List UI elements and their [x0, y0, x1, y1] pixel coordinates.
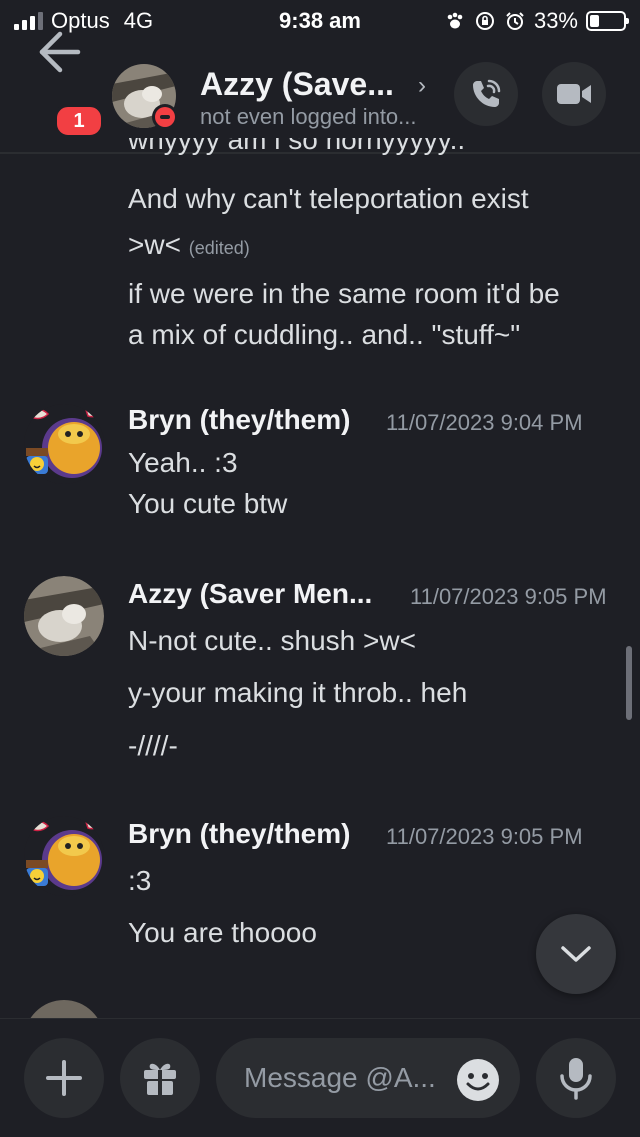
message-timestamp: 11/07/2023 9:05 PM [386, 824, 583, 849]
orientation-lock-icon [474, 10, 496, 32]
clipped-message: whyyyy am i so hornyyyyy.. [128, 138, 466, 155]
smiley-icon [457, 1059, 499, 1101]
message-text: >w< (edited) [128, 228, 250, 265]
gift-button[interactable] [120, 1038, 200, 1118]
message-text: a mix of cuddling.. and.. "stuff~" [128, 319, 521, 350]
message-text: You are thoooo [128, 917, 317, 948]
scrollbar[interactable] [626, 646, 632, 720]
avatar[interactable] [24, 816, 104, 896]
message-line: >w< [128, 229, 181, 260]
message-author[interactable]: Azzy (Saver Men... [128, 578, 372, 610]
contact-status: not even logged into... [200, 104, 417, 129]
message-text: -////- [128, 730, 178, 761]
video-call-button[interactable] [542, 62, 606, 126]
battery-percent: 33% [533, 8, 578, 33]
gift-icon [144, 1063, 176, 1095]
avatar-image [24, 576, 104, 656]
avatar [24, 1000, 104, 1018]
message-text: y-your making it throb.. heh [128, 677, 468, 708]
message-timestamp: 11/07/2023 9:04 PM [386, 410, 583, 435]
add-attachment-button[interactable] [24, 1038, 104, 1118]
video-camera-icon [557, 84, 591, 104]
plus-icon [46, 1060, 82, 1096]
emoji-button[interactable] [456, 1058, 500, 1102]
avatar[interactable] [24, 576, 104, 656]
message-text: :3 [128, 865, 152, 896]
avatar-image [24, 404, 104, 484]
contact-name[interactable]: Azzy (Save... [200, 66, 394, 103]
message-author[interactable]: Bryn (they/them) [128, 404, 350, 436]
message-text: if we were in the same room it'd be [128, 278, 560, 309]
message-text: And why can't teleportation exist [128, 183, 529, 214]
alarm-icon [504, 10, 526, 32]
edited-label: (edited) [188, 238, 250, 258]
message-timestamp: 11/07/2023 9:05 PM [410, 584, 607, 609]
avatar-image [30, 1000, 98, 1018]
voice-call-button[interactable] [454, 62, 518, 126]
avatar[interactable] [24, 404, 104, 484]
avatar-image [24, 816, 104, 896]
message-input-placeholder: Message @A... [244, 1062, 436, 1093]
paw-icon [444, 10, 466, 32]
chevron-right-icon[interactable]: › [418, 72, 426, 100]
message-text: Yeah.. :3 [128, 447, 238, 478]
message-text: N-not cute.. shush >w< [128, 625, 416, 656]
jump-to-bottom-button[interactable] [536, 914, 616, 994]
arrow-left-icon [39, 31, 81, 73]
phone-icon [473, 79, 501, 107]
voice-message-button[interactable] [536, 1038, 616, 1118]
microphone-icon [560, 1058, 592, 1100]
do-not-disturb-icon [152, 104, 178, 130]
message-author[interactable]: Bryn (they/them) [128, 818, 350, 850]
back-button[interactable] [30, 26, 90, 76]
battery-icon [586, 11, 629, 31]
unread-badge: 1 [54, 104, 104, 138]
status-bar: Optus 4G 9:38 am 33% [0, 0, 640, 40]
chevron-down-icon [561, 946, 591, 962]
message-text: You cute btw [128, 488, 288, 519]
